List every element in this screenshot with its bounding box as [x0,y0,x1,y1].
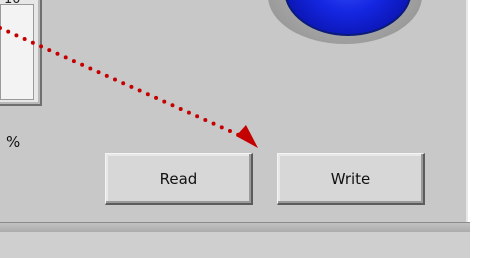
arrowhead-icon [236,125,258,148]
dotted-wire [0,26,252,142]
wire-overlay [0,26,258,148]
